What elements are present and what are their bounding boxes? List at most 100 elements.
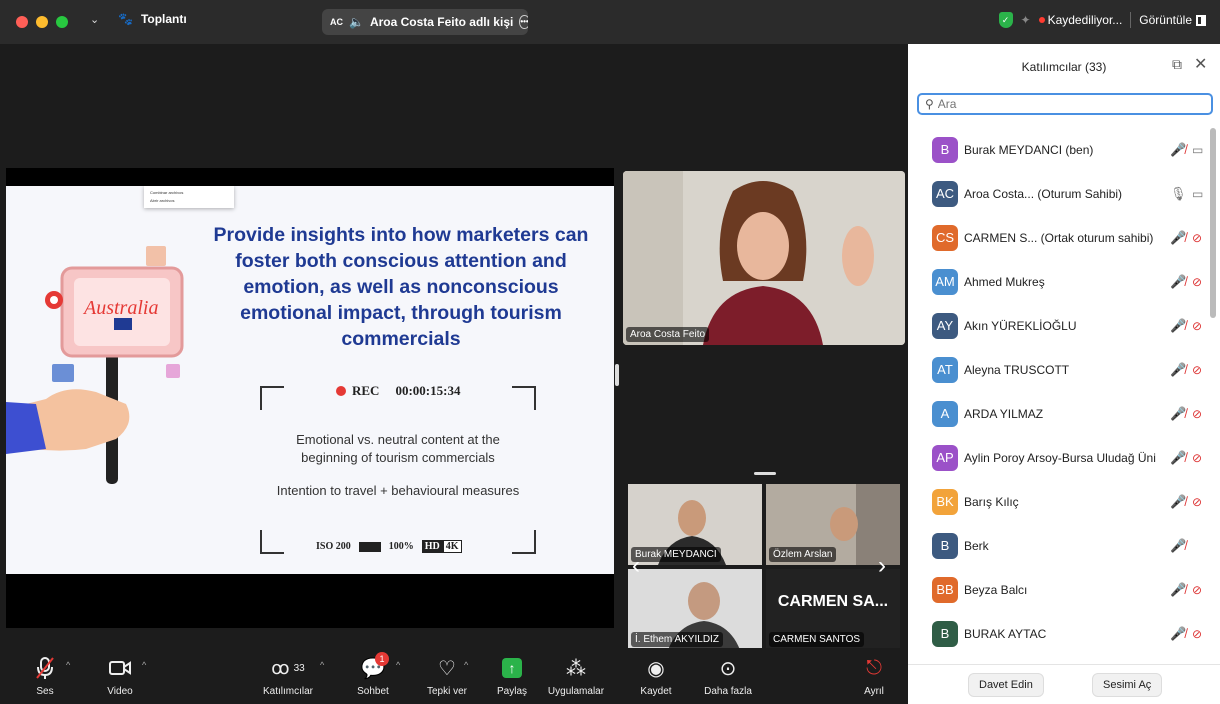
mic-muted-icon[interactable]: 🎤̸ xyxy=(1170,362,1186,378)
menu-item-open[interactable]: Abrir archivos xyxy=(150,197,228,205)
mic-muted-icon[interactable]: 🎤̸ xyxy=(1170,626,1186,642)
zoom-meeting-window: ⌄ 🐾 Toplantı AC 🔈 Aroa Costa Feito adlı … xyxy=(0,0,1220,704)
camera-icon xyxy=(100,654,140,682)
mic-muted-icon[interactable]: 🎤̸ xyxy=(1170,450,1186,466)
meeting-toolbar: Ses ^ Video ^ ꝏ 33 Katılımcılar ^ 💬 Sohbe… xyxy=(0,648,908,704)
participant-name: CARMEN SANTOS xyxy=(769,632,865,647)
apps-button[interactable]: ⁂ Uygulamalar xyxy=(540,654,612,698)
participant-name: BURAK AYTAC xyxy=(964,627,1047,641)
reactions-options-caret[interactable]: ^ xyxy=(464,660,468,670)
mic-muted-icon[interactable]: 🎤̸ xyxy=(1170,318,1186,334)
camera-off-icon[interactable]: ⊘ xyxy=(1192,231,1202,245)
participant-row[interactable]: B Burak MEYDANCI (ben) 🎤̸ ▭ xyxy=(908,128,1208,172)
close-window-button[interactable] xyxy=(16,16,28,28)
video-tile[interactable]: İ. Ethem AKYILDIZ xyxy=(628,569,762,650)
camera-off-icon[interactable]: ⊘ xyxy=(1192,319,1202,333)
res-label: 4K xyxy=(442,540,462,553)
close-icon[interactable]: ✕ xyxy=(1194,54,1207,74)
popout-icon[interactable]: ⧉ xyxy=(1172,56,1182,73)
video-tile[interactable]: Burak MEYDANCI xyxy=(628,484,762,565)
participant-row[interactable]: AT Aleyna TRUSCOTT 🎤̸ ⊘ xyxy=(908,348,1208,392)
leave-button[interactable]: ⎋ Ayrıl xyxy=(856,654,892,698)
mic-muted-icon[interactable]: 🎤̸ xyxy=(1170,142,1186,158)
chat-options-caret[interactable]: ^ xyxy=(396,660,400,670)
participant-row[interactable]: AM Ahmed Mukreş 🎤̸ ⊘ xyxy=(908,260,1208,304)
participant-row[interactable]: CS CARMEN S... (Ortak oturum sahibi) 🎤̸ ⊘ xyxy=(908,216,1208,260)
resize-handle[interactable] xyxy=(615,364,619,386)
participant-row[interactable]: B Berk 🎤̸ xyxy=(908,524,1208,568)
invite-button[interactable]: Davet Edin xyxy=(968,673,1044,697)
camera-off-icon[interactable]: ⊘ xyxy=(1192,495,1202,509)
record-button[interactable]: ◉ Kaydet xyxy=(636,654,676,698)
mic-muted-icon[interactable]: 🎤̸ xyxy=(1170,494,1186,510)
participant-row[interactable]: AP Aylin Poroy Arsoy-Bursa Uludağ Üni 🎤̸ ⊘ xyxy=(908,436,1208,480)
camera-off-icon[interactable]: ⊘ xyxy=(1192,363,1202,377)
video-tile[interactable]: CARMEN SA... CARMEN SANTOS xyxy=(766,569,900,650)
maximize-window-button[interactable] xyxy=(56,16,68,28)
more-label: Daha fazla xyxy=(704,686,752,697)
participant-search[interactable]: ⚲ xyxy=(917,93,1213,115)
participant-row[interactable]: AC Aroa Costa... (Oturum Sahibi) 🎙 ▭ xyxy=(908,172,1208,216)
gallery-prev-arrow[interactable]: ‹ xyxy=(632,552,640,580)
mic-muted-icon[interactable]: 🎤̸ xyxy=(1170,274,1186,290)
participant-row[interactable]: BB Beyza Balcı 🎤̸ ⊘ xyxy=(908,568,1208,612)
panel-footer: Davet Edin Sesimi Aç xyxy=(908,664,1220,704)
participant-row[interactable]: A ARDA YILMAZ 🎤̸ ⊘ xyxy=(908,392,1208,436)
gallery-drag-handle[interactable] xyxy=(754,472,776,475)
scrollbar[interactable] xyxy=(1210,128,1216,318)
more-button[interactable]: ⊙ Daha fazla xyxy=(700,654,756,698)
participants-options-caret[interactable]: ^ xyxy=(320,660,324,670)
participants-button[interactable]: ꝏ 33 Katılımcılar xyxy=(258,654,318,698)
camera-icon[interactable]: ▭ xyxy=(1192,143,1203,157)
participant-name: CARMEN S... (Ortak oturum sahibi) xyxy=(964,231,1154,245)
record-label: Kaydet xyxy=(640,686,672,697)
search-input[interactable] xyxy=(937,97,1198,111)
active-speaker-text: Aroa Costa Feito adlı kişi xyxy=(369,15,514,29)
camera-off-icon[interactable]: ⊘ xyxy=(1192,275,1202,289)
participant-name: Burak MEYDANCI xyxy=(631,547,721,562)
camera-off-icon[interactable]: ⊘ xyxy=(1192,627,1202,641)
participant-row[interactable]: B BURAK AYTAC 🎤̸ ⊘ xyxy=(908,612,1208,656)
mic-muted-icon[interactable]: 🎤̸ xyxy=(1170,582,1186,598)
participant-name: İ. Ethem AKYILDIZ xyxy=(631,632,723,647)
mic-muted-icon[interactable]: 🎤̸ xyxy=(1170,230,1186,246)
more-options-icon[interactable]: ••• xyxy=(519,15,528,29)
camera-icon[interactable]: ▭ xyxy=(1192,187,1203,201)
mic-muted-icon[interactable]: 🎤̸ xyxy=(1170,406,1186,422)
video-button[interactable]: Video xyxy=(100,654,140,697)
apps-label: Uygulamalar xyxy=(547,686,605,697)
menu-item-combine[interactable]: Combinar archivos xyxy=(150,189,228,197)
recording-status[interactable]: Kaydediliyor... xyxy=(1038,13,1122,27)
sparkle-icon[interactable]: ✦ xyxy=(1021,13,1031,27)
participant-name: ARDA YILMAZ xyxy=(964,407,1044,421)
view-button[interactable]: Görüntüle xyxy=(1139,13,1206,27)
unmute-me-button[interactable]: Sesimi Aç xyxy=(1092,673,1163,697)
camera-off-icon[interactable]: ⊘ xyxy=(1192,451,1202,465)
video-options-caret[interactable]: ^ xyxy=(142,660,146,670)
context-menu[interactable]: Combinar archivos Abrir archivos xyxy=(144,186,234,208)
view-layout-icon xyxy=(1196,14,1206,26)
security-shield-icon[interactable]: ✓ xyxy=(998,12,1013,28)
recording-dot-icon xyxy=(1038,17,1045,23)
participant-row[interactable]: BK Barış Kılıç 🎤̸ ⊘ xyxy=(908,480,1208,524)
shared-screen[interactable]: Australia Provide insights into how mark… xyxy=(6,168,614,628)
more-icon: ⊙ xyxy=(719,657,737,680)
active-speaker-pill[interactable]: AC 🔈 Aroa Costa Feito adlı kişi ••• xyxy=(322,9,528,35)
speaker-video-tile[interactable]: Aroa Costa Feito xyxy=(623,171,905,345)
mic-muted-icon[interactable]: 🎤̸ xyxy=(1170,538,1186,554)
participants-panel: Katılımcılar (33) ⧉ ✕ ⚲ B Burak MEYDANCI … xyxy=(908,44,1220,704)
audio-button[interactable]: Ses xyxy=(30,654,60,697)
camera-off-icon[interactable]: ⊘ xyxy=(1192,583,1202,597)
meeting-info[interactable]: 🐾 Toplantı xyxy=(118,12,187,26)
gallery-next-arrow[interactable]: › xyxy=(878,552,886,580)
minimize-window-button[interactable] xyxy=(36,16,48,28)
gallery-view: Burak MEYDANCI Özlem Arslan İ. Ethem AKY… xyxy=(628,484,900,650)
audio-options-caret[interactable]: ^ xyxy=(66,660,70,670)
participants-label: Katılımcılar xyxy=(262,686,313,697)
chevron-down-icon[interactable]: ⌄ xyxy=(90,13,99,26)
participant-row[interactable]: AY Akın YÜREKLİOĞLU 🎤̸ ⊘ xyxy=(908,304,1208,348)
avatar: BK xyxy=(932,489,958,515)
share-screen-button[interactable]: ↑ Paylaş xyxy=(494,654,530,697)
camera-off-icon[interactable]: ⊘ xyxy=(1192,407,1202,421)
mic-icon[interactable]: 🎙 xyxy=(1170,186,1187,202)
